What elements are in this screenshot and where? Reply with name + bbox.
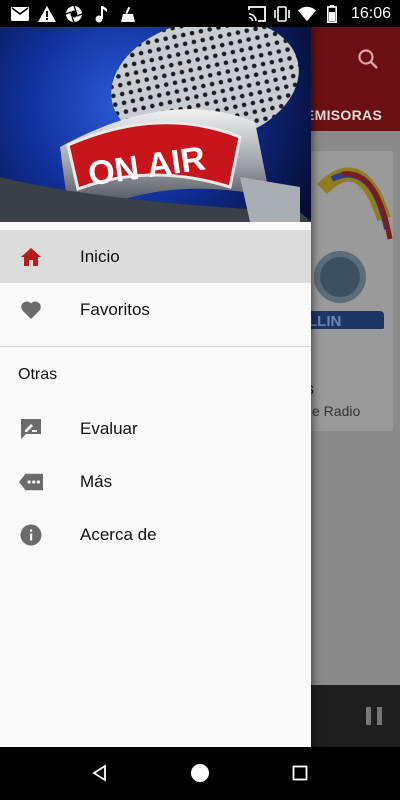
aperture-icon	[65, 5, 83, 23]
station-card: LLIN s e Radio	[302, 151, 393, 431]
system-navigation-bar	[0, 747, 400, 800]
system-icons: 16:06	[248, 4, 400, 23]
section-title-otras: Otras	[18, 366, 58, 383]
status-bar: 16:06	[0, 0, 400, 27]
home-icon	[19, 245, 43, 269]
more-tag-icon	[19, 470, 43, 494]
cleaner-icon	[119, 5, 137, 23]
search-icon	[356, 47, 380, 71]
nav-label-evaluar: Evaluar	[80, 418, 138, 438]
nav-item-inicio[interactable]: Inicio	[0, 230, 311, 283]
back-icon[interactable]	[90, 763, 110, 783]
info-icon	[19, 523, 43, 547]
battery-icon	[323, 4, 341, 23]
clock: 16:06	[350, 4, 391, 22]
mail-icon	[11, 5, 29, 23]
nav-label-favoritos: Favoritos	[80, 299, 150, 319]
nav-item-acerca-de[interactable]: Acerca de	[0, 508, 311, 561]
heart-icon	[19, 298, 43, 322]
music-note-icon	[92, 5, 110, 23]
notification-icons	[0, 5, 137, 23]
tab-emisoras: EMISORAS	[305, 107, 383, 123]
navigation-drawer: ON AIR Inicio Favoritos Otras Evaluar Má…	[0, 27, 311, 747]
drawer-header-image: ON AIR	[0, 27, 311, 222]
pause-icon	[366, 707, 382, 725]
recents-icon[interactable]	[290, 763, 310, 783]
cast-icon	[248, 5, 266, 23]
nav-item-evaluar[interactable]: Evaluar	[0, 402, 311, 455]
nav-label-mas: Más	[80, 471, 113, 491]
svg-text:LLIN: LLIN	[308, 313, 341, 329]
rate-review-icon	[19, 417, 43, 441]
nav-label-acerca-de: Acerca de	[80, 524, 157, 544]
vibrate-icon	[273, 5, 291, 23]
station-logo: LLIN	[302, 159, 393, 329]
nav-item-mas[interactable]: Más	[0, 455, 311, 508]
station-subtitle: e Radio	[312, 403, 361, 419]
nav-label-inicio: Inicio	[80, 246, 120, 266]
wifi-icon	[297, 5, 316, 23]
warning-icon	[38, 5, 56, 23]
header-spacer	[0, 222, 311, 230]
home-circle-icon[interactable]	[190, 763, 210, 783]
nav-item-favoritos[interactable]: Favoritos	[0, 283, 311, 336]
